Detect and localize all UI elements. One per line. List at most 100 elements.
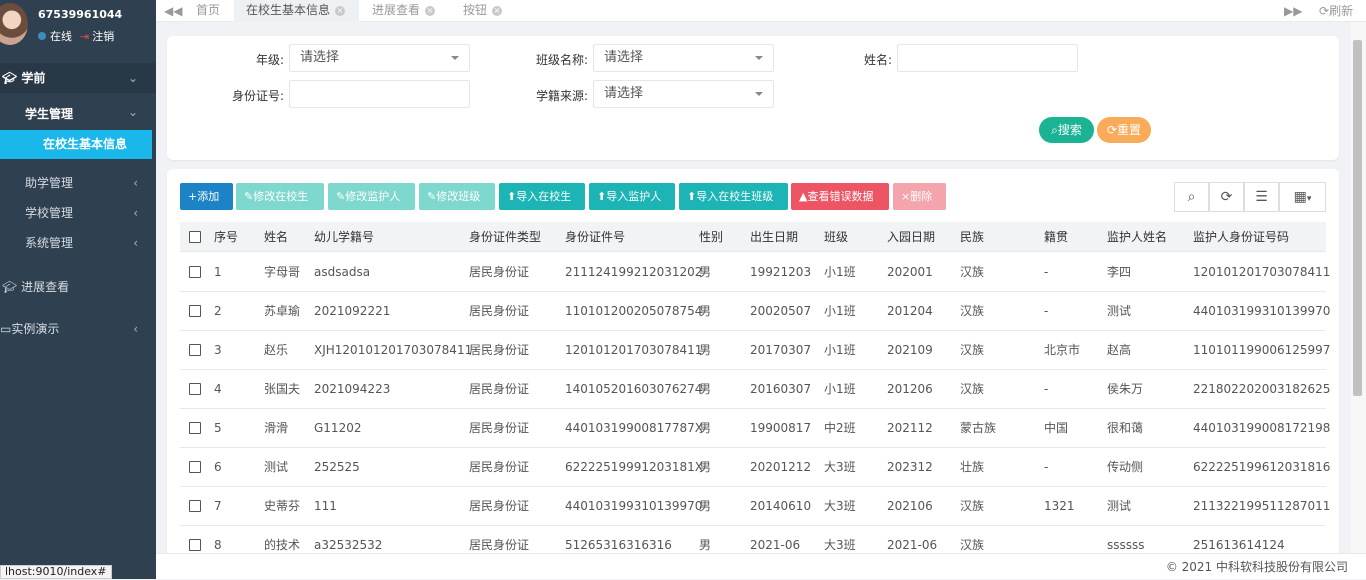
- table-cell: 汉族: [960, 343, 985, 357]
- toggle-view-button[interactable]: ☰: [1244, 182, 1279, 212]
- col-header[interactable]: 身份证件类型: [469, 222, 541, 252]
- table-cell: 6: [214, 460, 222, 474]
- scrollbar-thumb[interactable]: [1353, 40, 1362, 396]
- delete-label: 删除: [910, 190, 933, 203]
- tab-prev-icon[interactable]: ◀◀: [164, 0, 182, 22]
- tab-next-icon[interactable]: ▶▶: [1284, 0, 1302, 22]
- col-header[interactable]: 出生日期: [750, 222, 798, 252]
- tab-label: 首页: [196, 3, 221, 17]
- grade-select[interactable]: 请选择: [289, 44, 470, 72]
- user-panel: 67539961044 在线 ⇥ 注销: [0, 0, 156, 58]
- edit-class-label: 修改班级: [436, 190, 481, 203]
- edit-class-button[interactable]: ✎修改班级: [419, 183, 495, 210]
- sidebar-item-system-management[interactable]: 系统管理 ‹: [0, 228, 156, 258]
- edit-guardian-button[interactable]: ✎修改监护人: [328, 183, 415, 210]
- import-class-button[interactable]: ⬆导入在校生班级: [679, 183, 788, 210]
- close-icon[interactable]: ×: [335, 6, 346, 16]
- table-cell: 19900817: [750, 421, 812, 435]
- id-input[interactable]: [289, 80, 470, 108]
- table-cell: 汉族: [960, 499, 985, 513]
- import-guardian-button[interactable]: ⬆导入监护人: [589, 183, 675, 210]
- table-row[interactable]: 2 苏卓瑜 2021092221 居民身份证 110101200205078754 男 20…: [180, 292, 1330, 331]
- search-icon: ⌕: [1051, 123, 1058, 137]
- table-cell: 211322199511287011: [1193, 499, 1331, 513]
- table-cell: 201206: [887, 382, 933, 396]
- menu-section-preschool[interactable]: 🎓︎ 学前 ⌄: [0, 63, 156, 93]
- col-header[interactable]: 性别: [699, 222, 723, 252]
- refresh-tab-button[interactable]: ⟳刷新: [1319, 0, 1353, 22]
- table-cell: 赵乐: [264, 343, 289, 357]
- sidebar-item-aid-management[interactable]: 助学管理 ‹: [0, 168, 156, 198]
- class-select[interactable]: 请选择: [593, 44, 774, 72]
- table-row[interactable]: 6 测试 252525 居民身份证 62222519991203181X 男 2020121…: [180, 448, 1330, 487]
- upload-icon: ⬆: [507, 190, 517, 203]
- select-all-checkbox[interactable]: [189, 231, 201, 243]
- col-header[interactable]: 幼儿学籍号: [314, 222, 374, 252]
- tab-buttons[interactable]: 按钮 ×: [463, 0, 523, 22]
- close-icon[interactable]: ×: [425, 6, 436, 16]
- col-header[interactable]: 籍贯: [1044, 222, 1068, 252]
- col-header[interactable]: 序号: [214, 222, 238, 252]
- table-row[interactable]: 5 滑滑 G11202 居民身份证 44010319900817787X 男 1990081…: [180, 409, 1330, 448]
- col-header[interactable]: 姓名: [264, 222, 288, 252]
- columns-button[interactable]: ▦▾: [1279, 182, 1326, 212]
- table-cell: 202112: [887, 421, 933, 435]
- row-checkbox[interactable]: [189, 500, 201, 512]
- reset-button[interactable]: ⟳重置: [1097, 117, 1151, 143]
- row-checkbox[interactable]: [189, 539, 201, 551]
- table-row[interactable]: 7 史蒂芬 111 居民身份证 440103199310139970 男 20140610 大…: [180, 487, 1330, 526]
- col-header[interactable]: 班级: [824, 222, 848, 252]
- row-checkbox[interactable]: [189, 461, 201, 473]
- logout-link[interactable]: 注销: [92, 30, 114, 43]
- tab-progress[interactable]: 进展查看 ×: [372, 0, 462, 22]
- row-checkbox[interactable]: [189, 305, 201, 317]
- table-cell: -: [1044, 460, 1049, 474]
- sidebar-item-school-management[interactable]: 学校管理 ‹: [0, 198, 156, 228]
- col-header[interactable]: 身份证件号: [565, 222, 625, 252]
- sidebar-group-label: 系统管理: [25, 236, 74, 250]
- table-cell: 居民身份证: [469, 499, 530, 513]
- col-header[interactable]: 监护人姓名: [1107, 222, 1167, 252]
- table-row[interactable]: 3 赵乐 XJH120101201703078411 居民身份证 12010120170…: [180, 331, 1330, 370]
- table-row[interactable]: 1 字母哥 asdsadsa 居民身份证 211124199212031202 男 1992…: [180, 253, 1330, 292]
- table-cell: 史蒂芬: [264, 499, 301, 513]
- table-cell: 很和蔼: [1107, 421, 1144, 435]
- table-cell: 5: [214, 421, 222, 435]
- edit-student-label: 修改在校生: [253, 190, 309, 203]
- edit-student-button[interactable]: ✎修改在校生: [236, 183, 324, 210]
- tab-enrolled-info[interactable]: 在校生基本信息 ×: [234, 0, 359, 22]
- row-checkbox[interactable]: [189, 266, 201, 278]
- search-toggle-button[interactable]: ⌕: [1174, 182, 1209, 212]
- table-cell: 202109: [887, 343, 933, 357]
- table-cell: 19921203: [750, 265, 812, 279]
- col-header[interactable]: 入园日期: [887, 222, 935, 252]
- import-student-button[interactable]: ⬆导入在校生: [499, 183, 585, 210]
- row-checkbox[interactable]: [189, 383, 201, 395]
- delete-button[interactable]: ×删除: [893, 183, 946, 210]
- add-button[interactable]: +添加: [180, 183, 233, 210]
- search-button[interactable]: ⌕搜索: [1039, 117, 1094, 143]
- table-cell: -: [1044, 382, 1049, 396]
- sidebar-item-enrolled-info[interactable]: 在校生基本信息: [0, 130, 152, 159]
- refresh-table-button[interactable]: ⟳: [1209, 182, 1244, 212]
- close-icon[interactable]: ×: [492, 6, 503, 16]
- table-cell: 男: [699, 304, 712, 318]
- name-input[interactable]: [897, 44, 1078, 72]
- table-row[interactable]: 4 张国夫 2021094223 居民身份证 140105201603076274 男 20…: [180, 370, 1330, 409]
- sidebar-item-student-management[interactable]: 学生管理 ⌄: [0, 99, 156, 129]
- table-cell: 110101199006125997: [1193, 343, 1331, 357]
- row-checkbox[interactable]: [189, 422, 201, 434]
- logout-icon[interactable]: ⇥: [80, 30, 89, 43]
- source-select[interactable]: 请选择: [593, 80, 774, 108]
- avatar[interactable]: [0, 3, 28, 45]
- chevron-left-icon: ‹: [133, 176, 138, 190]
- row-checkbox[interactable]: [189, 344, 201, 356]
- sidebar-item-examples[interactable]: ▭实例演示 ‹: [0, 314, 156, 344]
- table-cell: 男: [699, 460, 712, 474]
- view-errors-button[interactable]: ▲查看错误数据: [791, 183, 889, 210]
- sidebar-item-progress[interactable]: 🎓︎ 进展查看: [0, 272, 156, 302]
- online-dot-icon: [38, 32, 46, 40]
- grid-icon: ▦: [1293, 189, 1307, 205]
- col-header[interactable]: 监护人身份证号码: [1193, 222, 1289, 252]
- col-header[interactable]: 民族: [960, 222, 984, 252]
